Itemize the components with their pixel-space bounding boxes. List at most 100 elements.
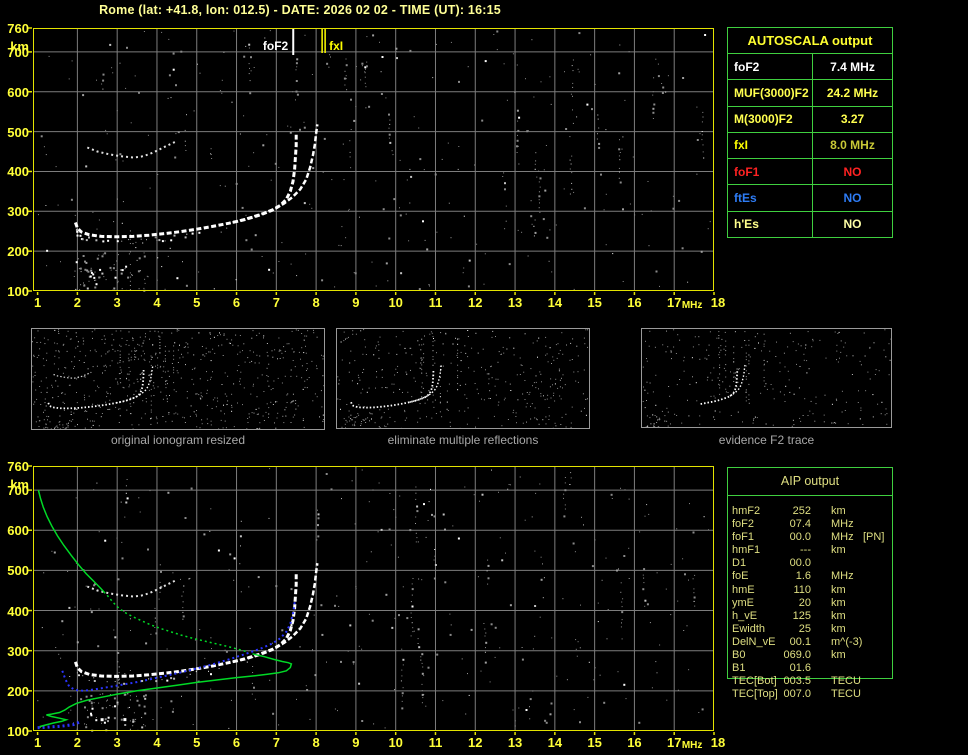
x-tick-label: 14: [547, 735, 563, 750]
y-tick-label: 400: [7, 164, 29, 180]
aip-param-unit: m^(-3): [831, 635, 863, 648]
aip-param-label: B0: [732, 649, 746, 662]
aip-param-value: 007.0: [783, 688, 811, 701]
aip-rows: hmF2 252 km foF2 07.4 MHz foF1 00.0 MHz [PN] hmF1-…: [727, 505, 912, 701]
aip-param-value: 25: [798, 622, 811, 635]
autoscala-param-value: 24.2 MHz: [812, 80, 892, 106]
aip-row-tec-bot-: TEC[Bot] 003.5 TECU: [727, 675, 912, 688]
trace-electron-density-profile-topside: [37, 489, 106, 594]
aip-param-value: 00.1: [789, 635, 811, 648]
aip-row-hme: hmE 110 km: [727, 584, 912, 597]
y-tick-label: 760: [7, 459, 29, 474]
aip-param-value: 20: [798, 596, 811, 609]
aip-param-label: D1: [732, 557, 747, 570]
x-tick-label: 4: [153, 295, 161, 310]
ionogram-canvas: [27, 27, 715, 295]
x-tick-label: 14: [547, 295, 563, 310]
aip-param-unit: km: [831, 609, 846, 622]
x-tick-label: 2: [73, 295, 81, 310]
autoscala-param-label: ftEs: [734, 191, 757, 206]
aip-param-value: 01.6: [789, 662, 811, 675]
x-tick-label: 13: [507, 735, 523, 750]
y-tick-label: 500: [7, 124, 29, 140]
y-tick-label: 200: [7, 683, 29, 699]
x-tick-label: 11: [428, 735, 443, 750]
aip-param-value: 125: [792, 609, 811, 622]
aip-param-unit: km: [831, 583, 846, 596]
autoscala-param-label: MUF(3000)F2: [734, 85, 809, 100]
y-tick-label: 400: [7, 603, 29, 619]
aip-row-tec-top-: TEC[Top] 007.0 TECU: [727, 688, 912, 701]
thumbnail-canvas: [32, 329, 324, 429]
top-ionogram-plot: [27, 27, 715, 295]
autoscala-param-value: 8.0 MHz: [812, 132, 892, 159]
autoscala-row-m-3000-f2: M(3000)F2 3.27: [728, 105, 892, 132]
aip-param-unit: MHz: [831, 531, 854, 544]
aip-param-value: 00.0: [789, 531, 811, 544]
x-tick-label: 8: [312, 295, 320, 310]
x-axis-unit: MHz: [681, 740, 703, 751]
x-tick-label: 10: [388, 295, 403, 310]
y-tick-label: 300: [7, 204, 29, 220]
y-tick-label: 760: [7, 21, 29, 36]
aip-param-unit: TECU: [831, 688, 861, 701]
aip-row-fof1: foF1 00.0 MHz [PN]: [727, 531, 912, 544]
autoscala-row-fxi: fxI 8.0 MHz: [728, 131, 892, 159]
aip-param-value: 07.4: [789, 518, 811, 531]
autoscala-param-value: 7.4 MHz: [812, 54, 892, 80]
x-tick-label: 18: [710, 295, 726, 310]
ionogram-canvas: [27, 465, 715, 735]
trace-f2-trace-o-mode: [73, 573, 298, 678]
x-tick-label: 12: [468, 295, 483, 310]
x-tick-label: 3: [113, 295, 121, 310]
y-tick-label: 300: [7, 643, 29, 659]
aip-param-value: 00.0: [789, 557, 811, 570]
autoscala-row-fof1: foF1 NO: [728, 158, 892, 185]
aip-row-foe: foE 1.6 MHz: [727, 570, 912, 583]
aip-row-fof2: foF2 07.4 MHz: [727, 518, 912, 531]
aip-row-hmf2: hmF2 252 km: [727, 505, 912, 518]
aip-param-value: 1.6: [795, 570, 811, 583]
x-tick-label: 6: [232, 735, 241, 750]
page-title: Rome (lat: +41.8, lon: 012.5) - DATE: 20…: [99, 3, 501, 17]
x-tick-label: 9: [352, 295, 360, 310]
x-tick-label: 4: [153, 735, 161, 750]
trace-f2-trace-x-mode: [232, 563, 319, 664]
aip-param-flag: [PN]: [863, 531, 885, 544]
x-axis-unit: MHz: [681, 300, 703, 311]
x-tick-label: 15: [587, 735, 602, 750]
x-tick-label: 16: [627, 295, 642, 310]
autoscala-param-label: fxI: [734, 138, 749, 153]
autoscala-param-label: h'Es: [734, 217, 759, 232]
x-tick-label: 16: [627, 735, 642, 750]
aip-row-h-ve: h_vE 125 km: [727, 610, 912, 623]
trace-restored-f2-trace: [61, 599, 296, 692]
thumbnail-caption: original ionogram resized: [110, 433, 246, 447]
x-tick-label: 18: [710, 735, 726, 750]
thumbnail-evidence-f2-trace: [641, 328, 892, 428]
y-tick-label: 500: [7, 563, 29, 579]
autoscala-param-value: NO: [812, 159, 892, 185]
autoscala-param-label: foF1: [734, 164, 760, 179]
x-tick-label: 9: [352, 735, 360, 750]
trace-electron-density-profile-valley-extrapolated-: [106, 594, 249, 654]
autoscala-param-label: M(3000)F2: [734, 112, 793, 127]
aip-row-hmf1: hmF1 --- km: [727, 544, 912, 557]
aip-param-unit: MHz: [831, 570, 854, 583]
x-tick-label: 15: [587, 295, 602, 310]
thumbnail-original-ionogram: [31, 328, 325, 430]
x-tick-label: 7: [272, 735, 280, 750]
aip-row-b1: B1 01.6: [727, 662, 912, 675]
aip-param-value: 003.5: [783, 675, 811, 688]
autoscala-window: Rome (lat: +41.8, lon: 012.5) - DATE: 20…: [0, 0, 968, 755]
aip-param-unit: km: [831, 505, 846, 517]
x-tick-label: 10: [388, 735, 403, 750]
aip-param-unit: km: [831, 649, 846, 662]
aip-param-value: 110: [793, 583, 811, 596]
aip-row-ewidth: Ewidth 25 km: [727, 623, 912, 636]
thumbnail-canvas: [642, 329, 891, 427]
x-tick-label: 12: [468, 735, 483, 750]
aip-param-unit: km: [831, 596, 846, 609]
aip-param-unit: MHz: [831, 518, 854, 531]
y-tick-label: 600: [7, 523, 29, 539]
